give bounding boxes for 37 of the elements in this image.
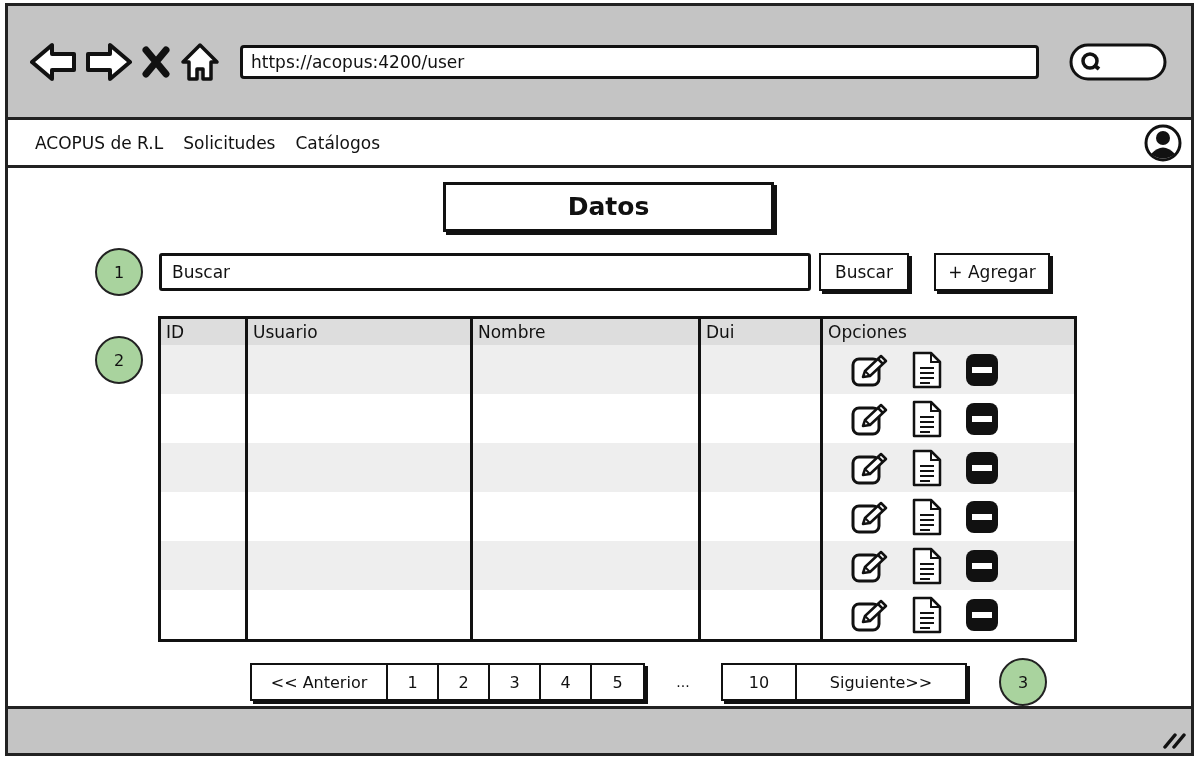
remove-icon[interactable] bbox=[965, 352, 999, 387]
edit-icon[interactable] bbox=[851, 450, 889, 485]
nav-link[interactable]: Catálogos bbox=[295, 132, 381, 153]
document-icon[interactable] bbox=[911, 595, 943, 634]
user-avatar-icon[interactable] bbox=[1143, 122, 1183, 163]
close-icon[interactable] bbox=[142, 45, 170, 78]
search-icon[interactable] bbox=[1069, 42, 1167, 81]
edit-icon[interactable] bbox=[851, 499, 889, 534]
edit-icon[interactable] bbox=[851, 401, 889, 436]
pagination-ellipsis: ... bbox=[675, 674, 691, 691]
remove-icon[interactable] bbox=[965, 499, 999, 534]
document-icon[interactable] bbox=[911, 497, 943, 536]
nav-link[interactable]: Solicitudes bbox=[183, 132, 276, 153]
document-icon[interactable] bbox=[911, 546, 943, 585]
back-icon[interactable] bbox=[30, 41, 76, 82]
remove-icon[interactable] bbox=[965, 450, 999, 485]
page-title: Datos bbox=[443, 182, 774, 233]
edit-icon[interactable] bbox=[851, 352, 889, 387]
remove-icon[interactable] bbox=[965, 597, 999, 632]
document-icon[interactable] bbox=[911, 448, 943, 487]
edit-icon[interactable] bbox=[851, 597, 889, 632]
url-field[interactable]: https://acopus:4200/user bbox=[240, 44, 1039, 79]
forward-icon[interactable] bbox=[86, 41, 132, 82]
edit-icon[interactable] bbox=[851, 548, 889, 583]
nav-link[interactable]: ACOPUS de R.L bbox=[35, 132, 164, 153]
document-icon[interactable] bbox=[911, 399, 943, 438]
home-icon[interactable] bbox=[180, 41, 220, 82]
search-button[interactable]: Buscar bbox=[819, 253, 909, 292]
callout-marker: 3 bbox=[999, 658, 1047, 707]
remove-icon[interactable] bbox=[965, 401, 999, 436]
search-field[interactable]: Buscar bbox=[159, 253, 811, 292]
column-header: Opciones bbox=[827, 321, 908, 345]
callout-marker: 2 bbox=[95, 336, 143, 385]
add-button[interactable]: + Agregar bbox=[934, 253, 1050, 292]
remove-icon[interactable] bbox=[965, 548, 999, 583]
callout-marker: 1 bbox=[95, 248, 143, 297]
document-icon[interactable] bbox=[911, 350, 943, 389]
